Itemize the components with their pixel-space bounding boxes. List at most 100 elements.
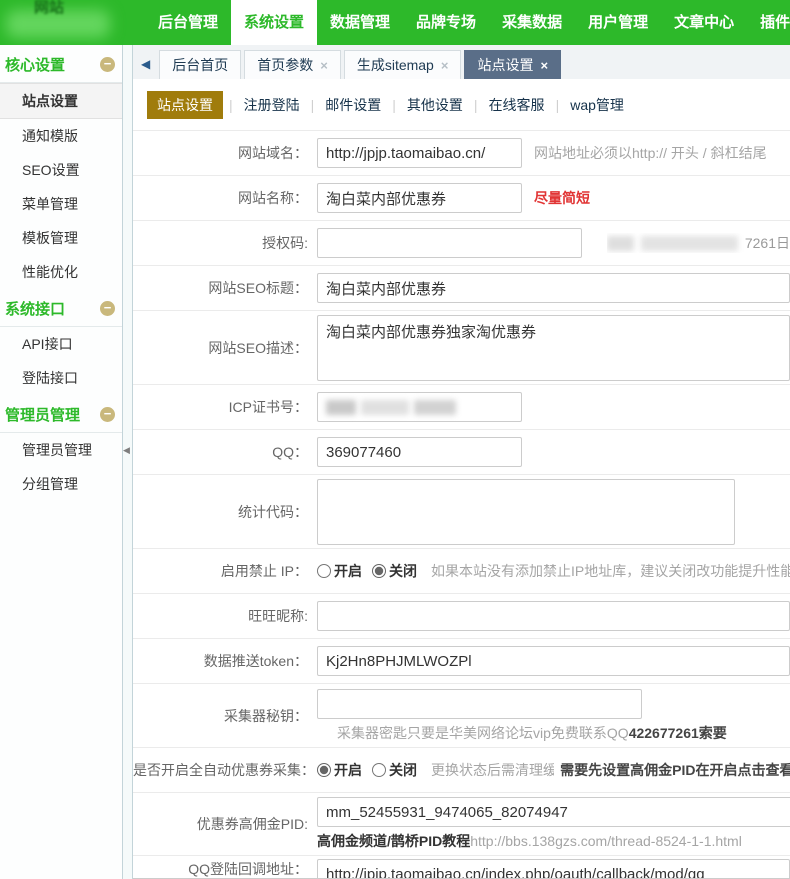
- sub-tab-bar: 站点设置 | 注册登陆 | 邮件设置 | 其他设置 | 在线客服 | wap管理: [147, 91, 790, 119]
- auth-code-redacted-hint: 7261日: [607, 233, 790, 253]
- stats-code-label: 统计代码：: [133, 502, 317, 522]
- pid-hint: 高佣金频道/鹊桥PID教程http://bbs.138gzs.com/threa…: [317, 831, 742, 851]
- icp-label: ICP证书号：: [133, 397, 317, 417]
- sidebar-item-menu-manage[interactable]: 菜单管理: [0, 187, 122, 221]
- ban-ip-label: 启用禁止 IP：: [133, 561, 317, 581]
- ban-ip-radio-on-input[interactable]: [317, 564, 331, 578]
- subtab-mail-settings[interactable]: 邮件设置: [314, 95, 392, 115]
- radio-label: 关闭: [389, 561, 417, 581]
- auto-collect-radio-on[interactable]: 开启: [317, 760, 362, 780]
- close-tab-icon[interactable]: ×: [441, 52, 449, 79]
- nav-item-brand[interactable]: 品牌专场: [403, 0, 489, 45]
- qq-input[interactable]: [317, 437, 522, 467]
- row-auth-code: 授权码: 7261日: [133, 220, 790, 265]
- subtab-online-service[interactable]: 在线客服: [478, 95, 556, 115]
- row-stats-code: 统计代码：: [133, 474, 790, 548]
- site-domain-input[interactable]: [317, 138, 522, 168]
- seo-title-input[interactable]: [317, 273, 790, 303]
- row-qq-callback: QQ登陆回调地址：: [133, 855, 790, 878]
- sidebar-section-admin-manage: 管理员管理 −: [0, 395, 122, 433]
- subtab-site-settings[interactable]: 站点设置: [147, 91, 223, 119]
- sidebar-item-api[interactable]: API接口: [0, 327, 122, 361]
- seo-desc-textarea[interactable]: 淘白菜内部优惠券独家淘优惠券: [317, 315, 790, 381]
- sidebar-section-title: 核心设置: [5, 54, 65, 75]
- auth-code-input[interactable]: [317, 228, 582, 258]
- close-tab-icon[interactable]: ×: [540, 52, 548, 79]
- sidebar-item-group-manage[interactable]: 分组管理: [0, 467, 122, 501]
- tab-label: 后台首页: [172, 52, 228, 79]
- pid-input[interactable]: [317, 797, 790, 827]
- collector-key-hint-gray: 采集器密匙只要是华美网络论坛vip免费联系QQ: [337, 725, 629, 741]
- nav-item-data-manage[interactable]: 数据管理: [317, 0, 403, 45]
- sidebar-item-template-manage[interactable]: 模板管理: [0, 221, 122, 255]
- radio-label: 开启: [334, 561, 362, 581]
- icp-input[interactable]: [317, 392, 522, 422]
- row-pid: 优惠券高佣金PID: 高佣金频道/鹊桥PID教程http://bbs.138gz…: [133, 792, 790, 855]
- subtab-register-login[interactable]: 注册登陆: [233, 95, 311, 115]
- site-name-hint: 尽量简短: [534, 188, 590, 208]
- collector-key-input[interactable]: [317, 689, 642, 719]
- stats-code-textarea[interactable]: [317, 479, 735, 545]
- top-nav-bar: 网站 后台管理 系统设置 数据管理 品牌专场 采集数据 用户管理 文章中心 插件…: [0, 0, 790, 45]
- main-area: 核心设置 − 站点设置 通知模版 SEO设置 菜单管理 模板管理 性能优化 系统…: [0, 45, 790, 879]
- subtab-other-settings[interactable]: 其他设置: [396, 95, 474, 115]
- tab-home[interactable]: 后台首页: [159, 50, 241, 79]
- subtab-wap-manage[interactable]: wap管理: [559, 95, 635, 115]
- site-logo: 网站: [0, 0, 145, 45]
- wangwang-label: 旺旺昵称:: [133, 606, 317, 626]
- sidebar-item-login-api[interactable]: 登陆接口: [0, 361, 122, 395]
- tab-generate-sitemap[interactable]: 生成sitemap ×: [344, 50, 462, 79]
- tab-label: 站点设置: [477, 52, 533, 79]
- tab-strip: ◀ 后台首页 首页参数 × 生成sitemap × 站点设置 ×: [133, 45, 790, 79]
- nav-item-articles[interactable]: 文章中心: [661, 0, 747, 45]
- tab-scroll-left-icon[interactable]: ◀: [135, 57, 159, 79]
- radio-label: 关闭: [389, 760, 417, 780]
- auto-collect-label: 是否开启全自动优惠券采集：: [133, 760, 317, 780]
- nav-item-backend[interactable]: 后台管理: [145, 0, 231, 45]
- collector-key-label: 采集器秘钥：: [133, 706, 317, 726]
- collapse-minus-icon[interactable]: −: [100, 301, 115, 316]
- site-domain-label: 网站域名：: [133, 143, 317, 163]
- auto-collect-radio-off-input[interactable]: [372, 763, 386, 777]
- tab-home-params[interactable]: 首页参数 ×: [244, 50, 341, 79]
- sidebar: 核心设置 − 站点设置 通知模版 SEO设置 菜单管理 模板管理 性能优化 系统…: [0, 45, 122, 879]
- qq-label: QQ：: [133, 442, 317, 462]
- site-name-input[interactable]: [317, 183, 522, 213]
- tab-site-settings[interactable]: 站点设置 ×: [464, 50, 561, 79]
- tab-label: 生成sitemap: [357, 52, 434, 79]
- collapse-minus-icon[interactable]: −: [100, 407, 115, 422]
- nav-item-plugins[interactable]: 插件管理: [747, 0, 790, 45]
- sidebar-item-performance[interactable]: 性能优化: [0, 255, 122, 289]
- nav-item-collect-data[interactable]: 采集数据: [489, 0, 575, 45]
- auto-collect-radio-off[interactable]: 关闭: [372, 760, 417, 780]
- row-icp: ICP证书号：: [133, 384, 790, 429]
- auth-code-label: 授权码:: [133, 233, 317, 253]
- auto-collect-hint-gray: 更换状态后需清理缓存: [431, 760, 554, 780]
- tab-label: 首页参数: [257, 52, 313, 79]
- qq-callback-input[interactable]: [317, 859, 790, 878]
- ban-ip-radio-off-input[interactable]: [372, 564, 386, 578]
- collapse-sidebar-arrow-icon[interactable]: ◀: [123, 445, 130, 456]
- close-tab-icon[interactable]: ×: [320, 52, 328, 79]
- sidebar-item-seo-settings[interactable]: SEO设置: [0, 153, 122, 187]
- auto-collect-radio-on-input[interactable]: [317, 763, 331, 777]
- collapse-minus-icon[interactable]: −: [100, 57, 115, 72]
- wangwang-input[interactable]: [317, 601, 790, 631]
- collector-key-hint-strong: 422677261索要: [629, 725, 727, 741]
- row-push-token: 数据推送token：: [133, 638, 790, 683]
- sidebar-item-notify-template[interactable]: 通知模版: [0, 119, 122, 153]
- sidebar-item-site-settings[interactable]: 站点设置: [0, 83, 122, 119]
- ban-ip-radio-on[interactable]: 开启: [317, 561, 362, 581]
- site-domain-hint: 网站地址必须以http:// 开头 / 斜杠结尾: [534, 143, 767, 163]
- sidebar-item-admin-manage[interactable]: 管理员管理: [0, 433, 122, 467]
- row-site-name: 网站名称： 尽量简短: [133, 175, 790, 220]
- nav-item-users[interactable]: 用户管理: [575, 0, 661, 45]
- sidebar-section-title: 系统接口: [5, 298, 65, 319]
- radio-label: 开启: [334, 760, 362, 780]
- row-qq: QQ：: [133, 429, 790, 474]
- nav-item-system-settings[interactable]: 系统设置: [231, 0, 317, 45]
- sidebar-splitter[interactable]: ◀: [122, 45, 133, 879]
- auth-code-hint-visible: 7261日: [745, 233, 790, 253]
- ban-ip-radio-off[interactable]: 关闭: [372, 561, 417, 581]
- push-token-input[interactable]: [317, 646, 790, 676]
